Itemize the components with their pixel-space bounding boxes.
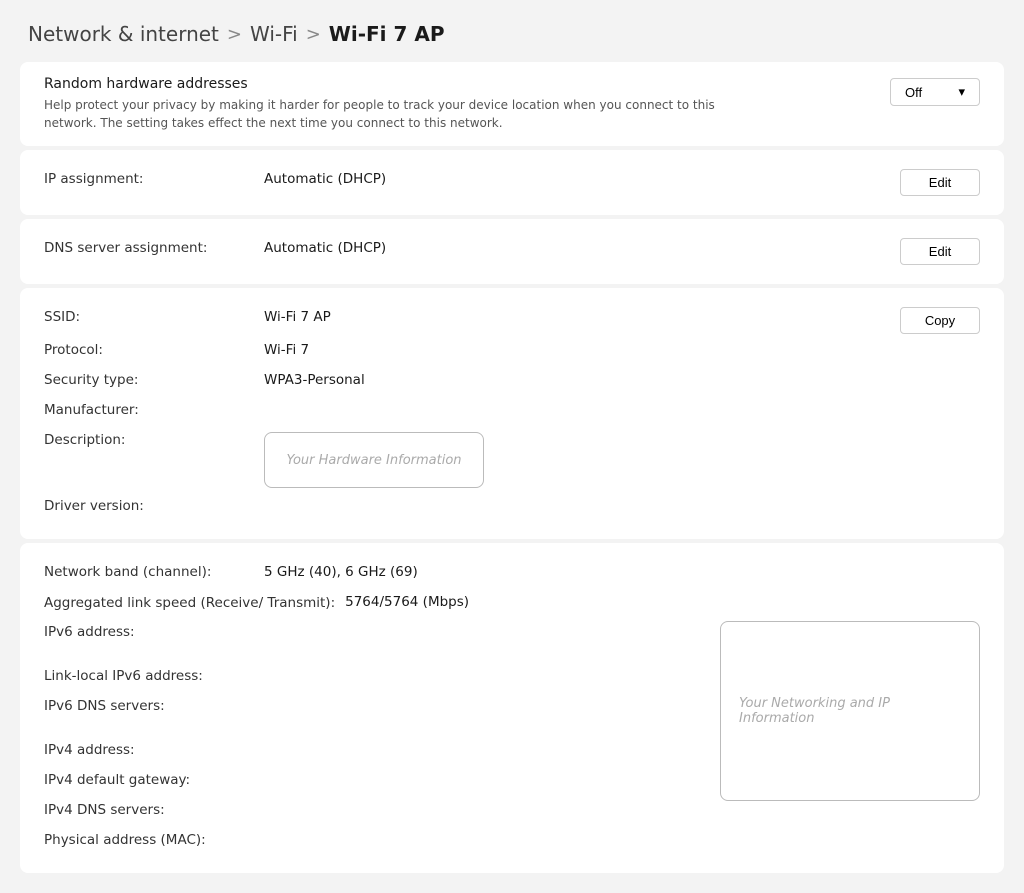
breadcrumb-sep-2: > [306, 24, 321, 45]
manufacturer-row: Manufacturer: [44, 397, 980, 427]
description-watermark-box: Your Hardware Information [264, 432, 484, 488]
breadcrumb-wifi[interactable]: Wi-Fi [250, 22, 298, 46]
ip-assignment-value: Automatic (DHCP) [264, 169, 900, 187]
ipv4-gateway-label: IPv4 default gateway: [44, 770, 264, 788]
ipv6-address-row: IPv6 address: [44, 619, 720, 649]
ip-assignment-label: IP assignment: [44, 169, 264, 187]
ip-assignment-edit-button[interactable]: Edit [900, 169, 980, 196]
ip-assignment-action: Edit [900, 169, 980, 196]
protocol-row: Protocol: Wi-Fi 7 [44, 337, 980, 367]
network-band-row: Network band (channel): 5 GHz (40), 6 GH… [44, 559, 980, 589]
driver-version-label: Driver version: [44, 496, 264, 514]
physical-mac-label: Physical address (MAC): [44, 830, 264, 848]
ipv4-dns-row: IPv4 DNS servers: [44, 797, 720, 827]
driver-version-value [264, 496, 980, 498]
dns-assignment-section: DNS server assignment: Automatic (DHCP) … [20, 219, 1004, 284]
security-type-row: Security type: WPA3-Personal [44, 367, 980, 397]
breadcrumb: Network & internet > Wi-Fi > Wi-Fi 7 AP [0, 0, 1024, 62]
security-type-value: WPA3-Personal [264, 370, 980, 388]
ipv6-networking-group: IPv6 address: Link-local IPv6 address: I… [44, 619, 980, 857]
breadcrumb-wifi7ap: Wi-Fi 7 AP [329, 22, 445, 46]
link-local-ipv6-row: Link-local IPv6 address: [44, 663, 720, 693]
hardware-address-dropdown[interactable]: Off ▾ [890, 78, 980, 106]
hardware-text-group: Random hardware addresses Help protect y… [44, 76, 764, 132]
chevron-down-icon: ▾ [958, 84, 965, 100]
dns-assignment-edit-button[interactable]: Edit [900, 238, 980, 265]
wifi-details-section: SSID: Wi-Fi 7 AP Copy Protocol: Wi-Fi 7 … [20, 288, 1004, 539]
protocol-label: Protocol: [44, 340, 264, 358]
link-local-ipv6-label: Link-local IPv6 address: [44, 666, 264, 684]
hardware-dropdown-label: Off [905, 85, 922, 100]
ssid-row: SSID: Wi-Fi 7 AP Copy [44, 304, 980, 337]
ipv4-gateway-row: IPv4 default gateway: [44, 767, 720, 797]
ip-labels-group: IPv6 address: Link-local IPv6 address: I… [44, 619, 720, 857]
breadcrumb-network-internet[interactable]: Network & internet [28, 22, 219, 46]
ipv4-address-label: IPv4 address: [44, 740, 264, 758]
dns-assignment-action: Edit [900, 238, 980, 265]
dns-assignment-value: Automatic (DHCP) [264, 238, 900, 256]
agg-link-speed-row: Aggregated link speed (Receive/ Transmit… [44, 589, 980, 619]
networking-watermark-text: Your Networking and IP Information [739, 696, 961, 726]
protocol-value: Wi-Fi 7 [264, 340, 980, 358]
hardware-desc: Help protect your privacy by making it h… [44, 96, 764, 132]
network-ip-section: Network band (channel): 5 GHz (40), 6 GH… [20, 543, 1004, 873]
ssid-value: Wi-Fi 7 AP [264, 307, 900, 325]
dns-assignment-row: DNS server assignment: Automatic (DHCP) … [44, 235, 980, 268]
ipv4-address-row: IPv4 address: [44, 737, 720, 767]
ssid-copy-button[interactable]: Copy [900, 307, 980, 334]
ip-assignment-section: IP assignment: Automatic (DHCP) Edit [20, 150, 1004, 215]
networking-watermark-box: Your Networking and IP Information [720, 621, 980, 801]
ip-assignment-row: IP assignment: Automatic (DHCP) Edit [44, 166, 980, 199]
dns-assignment-label: DNS server assignment: [44, 238, 264, 256]
ssid-label: SSID: [44, 307, 264, 325]
ssid-action: Copy [900, 307, 980, 334]
ipv6-dns-row: IPv6 DNS servers: [44, 693, 720, 723]
ipv4-dns-label: IPv4 DNS servers: [44, 800, 264, 818]
description-watermark-text: Your Hardware Information [286, 453, 461, 468]
description-row: Description: Your Hardware Information [44, 427, 980, 493]
agg-link-speed-value: 5764/5764 (Mbps) [345, 592, 980, 610]
manufacturer-value [264, 400, 980, 402]
manufacturer-label: Manufacturer: [44, 400, 264, 418]
hardware-title: Random hardware addresses [44, 76, 764, 92]
physical-mac-row: Physical address (MAC): [44, 827, 720, 857]
security-type-label: Security type: [44, 370, 264, 388]
agg-link-speed-label: Aggregated link speed (Receive/ Transmit… [44, 592, 345, 613]
network-band-label: Network band (channel): [44, 562, 264, 580]
hardware-addresses-section: Random hardware addresses Help protect y… [20, 62, 1004, 146]
ipv6-address-label: IPv6 address: [44, 622, 264, 640]
driver-version-row: Driver version: [44, 493, 980, 523]
description-label: Description: [44, 430, 264, 448]
ipv6-dns-label: IPv6 DNS servers: [44, 696, 264, 714]
network-band-value: 5 GHz (40), 6 GHz (69) [264, 562, 980, 580]
breadcrumb-sep-1: > [227, 24, 242, 45]
